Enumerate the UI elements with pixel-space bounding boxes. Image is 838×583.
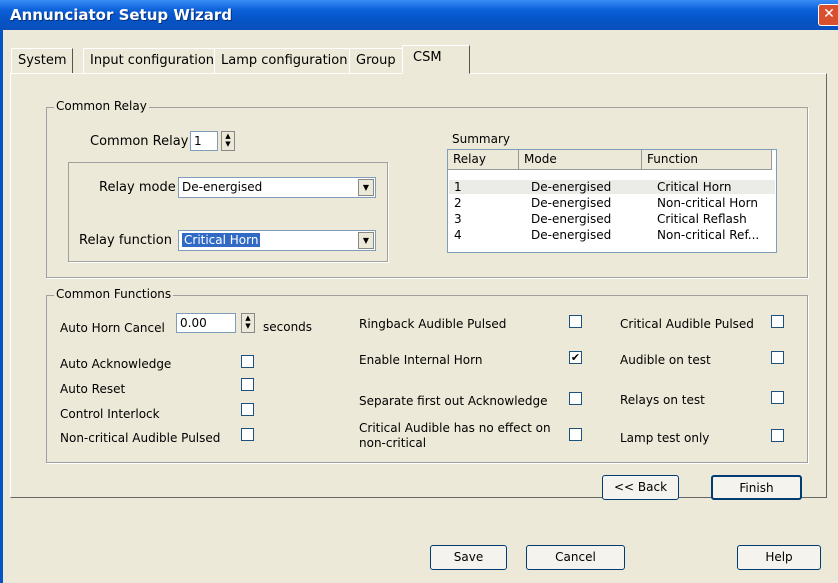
table-cell: Non-critical Ref... [657,228,760,242]
relay-mode-select[interactable]: De-energised ▼ [178,177,376,198]
critical-audible-pulsed-label: Critical Audible Pulsed [620,317,754,331]
table-cell: Critical Reflash [657,212,747,226]
column-header-relay[interactable]: Relay [448,150,519,170]
close-button[interactable]: ✕ [818,4,838,26]
table-cell: Critical Horn [657,180,732,194]
common-relay-group-title: Common Relay [54,99,149,113]
table-cell: 4 [454,228,462,242]
tab-group[interactable]: Group [349,48,403,73]
relay-function-value: Critical Horn [182,233,261,247]
separate-first-out-ack-checkbox[interactable] [569,392,582,405]
table-cell: De-energised [531,212,612,226]
tab-csm[interactable]: CSM [402,45,470,74]
spin-up-icon[interactable]: ▲ [242,314,254,322]
table-row[interactable]: 3 De-energised Critical Reflash [449,212,775,226]
table-row[interactable]: 4 De-energised Non-critical Ref... [449,228,775,242]
seconds-label: seconds [263,320,313,334]
table-row[interactable]: 2 De-energised Non-critical Horn [449,196,775,210]
table-cell: 2 [454,196,462,210]
common-relay-input[interactable]: 1 [190,131,218,151]
column-header-function[interactable]: Function [642,150,772,170]
auto-horn-cancel-spinner[interactable]: ▲ ▼ [241,313,255,333]
spin-down-icon[interactable]: ▼ [222,140,234,148]
ringback-audible-pulsed-label: Ringback Audible Pulsed [359,317,507,331]
save-button[interactable]: Save [430,545,507,570]
cancel-button[interactable]: Cancel [526,545,625,570]
relays-on-test-label: Relays on test [620,393,705,407]
tab-lamp-configuration[interactable]: Lamp configuration [214,48,355,73]
table-row[interactable]: 1 De-energised Critical Horn [449,180,775,194]
tab-input-configuration[interactable]: Input configuration [83,48,222,73]
finish-button[interactable]: Finish [711,475,802,500]
common-relay-spinner[interactable]: ▲ ▼ [221,131,235,151]
spin-down-icon[interactable]: ▼ [242,322,254,330]
table-cell: 3 [454,212,462,226]
table-cell: De-energised [531,228,612,242]
spin-up-icon[interactable]: ▲ [222,132,234,140]
lamp-test-only-label: Lamp test only [620,431,710,445]
relay-function-select[interactable]: Critical Horn ▼ [178,230,376,251]
relay-function-label: Relay function [79,233,172,248]
audible-on-test-label: Audible on test [620,353,711,367]
relays-on-test-checkbox[interactable] [771,391,784,404]
chevron-down-icon[interactable]: ▼ [358,179,374,196]
window-title: Annunciator Setup Wizard [10,6,233,24]
table-cell: Non-critical Horn [657,196,758,210]
audible-on-test-checkbox[interactable] [771,351,784,364]
noncritical-audible-pulsed-label: Non-critical Audible Pulsed [60,431,221,445]
critical-audible-no-effect-label-line2: non-critical [359,436,427,450]
critical-audible-no-effect-checkbox[interactable] [569,428,582,441]
ringback-audible-pulsed-checkbox[interactable] [569,315,582,328]
critical-audible-pulsed-checkbox[interactable] [771,315,784,328]
auto-acknowledge-checkbox[interactable] [241,355,254,368]
auto-acknowledge-label: Auto Acknowledge [60,357,172,371]
auto-reset-checkbox[interactable] [241,378,254,391]
auto-reset-label: Auto Reset [60,382,126,396]
common-relay-label: Common Relay [90,134,189,149]
auto-horn-cancel-label: Auto Horn Cancel [60,321,165,335]
table-cell: De-energised [531,180,612,194]
control-interlock-checkbox[interactable] [241,403,254,416]
summary-label: Summary [452,132,510,146]
separate-first-out-ack-label: Separate first out Acknowledge [359,394,548,408]
relay-mode-value: De-energised [182,180,263,194]
tab-system[interactable]: System [11,48,74,73]
critical-audible-no-effect-label-line1: Critical Audible has no effect on [359,421,551,435]
relay-mode-label: Relay mode [99,180,176,195]
back-button[interactable]: << Back [602,475,679,500]
chevron-down-icon[interactable]: ▼ [358,232,374,249]
enable-internal-horn-checkbox[interactable]: ✔ [569,351,582,364]
auto-horn-cancel-input[interactable]: 0.00 [176,313,236,333]
summary-table[interactable]: Relay Mode Function 1 De-energised Critica… [447,149,777,253]
noncritical-audible-pulsed-checkbox[interactable] [241,428,254,441]
control-interlock-label: Control Interlock [60,407,160,421]
enable-internal-horn-label: Enable Internal Horn [359,353,483,367]
help-button[interactable]: Help [737,545,821,570]
column-header-mode[interactable]: Mode [519,150,642,170]
checkmark-icon: ✔ [570,351,581,364]
table-cell: 1 [454,180,462,194]
lamp-test-only-checkbox[interactable] [771,429,784,442]
common-functions-group-title: Common Functions [54,287,174,301]
table-cell: De-energised [531,196,612,210]
